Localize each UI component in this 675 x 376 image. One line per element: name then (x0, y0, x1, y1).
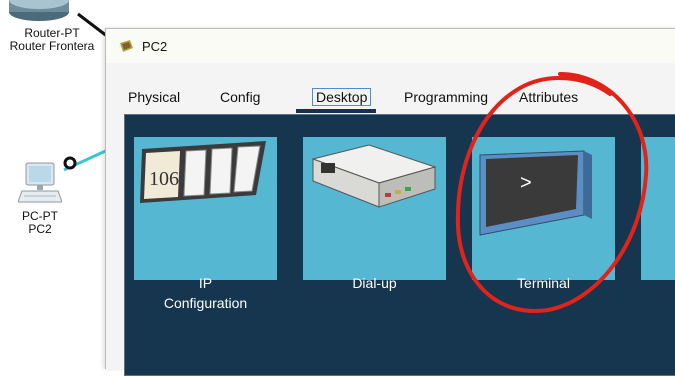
tab-attributes[interactable]: Attributes (519, 89, 578, 105)
desktop-panel: 106 IP Configuration Dial-up > Terminal (124, 114, 675, 376)
ip-display-number: 106 (149, 168, 179, 190)
window-title: PC2 (142, 39, 168, 54)
tab-desktop[interactable]: Desktop (312, 88, 372, 106)
terminal-icon: > (479, 150, 592, 236)
packet-tracer-app-icon (120, 40, 133, 52)
dialup-modem-icon (311, 144, 437, 208)
ip-configuration-tile[interactable]: 106 (134, 137, 277, 280)
active-tab-indicator (296, 109, 376, 113)
terminal-label-line1: Terminal (517, 275, 570, 291)
tab-physical[interactable]: Physical (128, 89, 180, 105)
router-icon[interactable] (6, 0, 72, 26)
ip-configuration-label: IP Configuration (134, 273, 277, 313)
tab-config[interactable]: Config (220, 89, 260, 105)
terminal-label: Terminal (472, 273, 615, 293)
dialup-label: Dial-up (303, 273, 446, 293)
tab-programming[interactable]: Programming (404, 89, 488, 105)
desktop-app-tile-partial[interactable] (641, 137, 675, 280)
dialup-label-line1: Dial-up (352, 275, 397, 291)
terminal-tile[interactable]: > (472, 137, 615, 280)
ip-configuration-icon: 106 (140, 141, 266, 203)
window-titlebar[interactable]: PC2 (106, 29, 675, 63)
ip-label-line1: IP (198, 275, 213, 291)
router-label: Router-PT Router Frontera (0, 27, 104, 53)
ip-label-line2: Configuration (163, 295, 248, 311)
dialup-tile[interactable] (303, 137, 446, 280)
router-name-label: Router Frontera (9, 39, 95, 53)
pc2-window: PC2 Physical Config Desktop Programming … (105, 28, 675, 376)
terminal-prompt: > (520, 172, 532, 194)
pc-name-label: PC2 (28, 222, 52, 236)
pc-icon[interactable] (18, 160, 62, 208)
pc-label: PC-PT PC2 (15, 210, 65, 236)
